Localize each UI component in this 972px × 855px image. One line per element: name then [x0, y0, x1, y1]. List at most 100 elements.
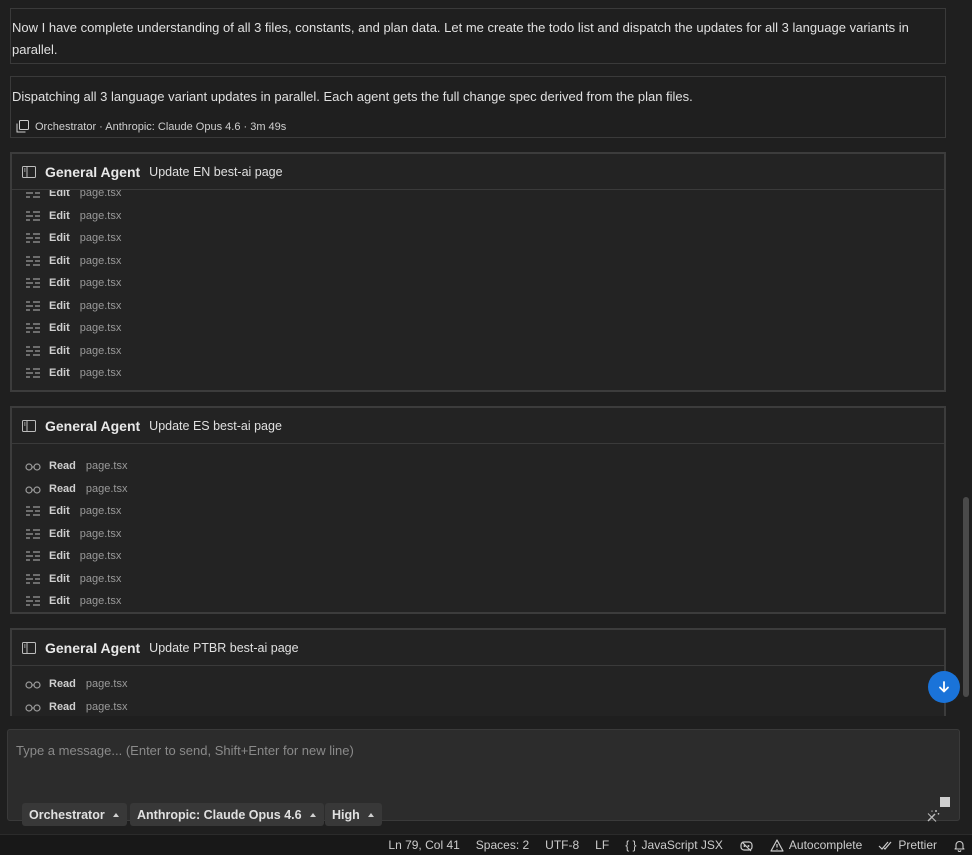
agent-header[interactable]: General Agent Update EN best-ai page [12, 154, 944, 190]
sidebar-panel-icon [21, 419, 37, 433]
model-label: Anthropic: Claude Opus 4.6 [137, 807, 302, 822]
list-edit-icon [25, 300, 41, 312]
stop-icon[interactable] [940, 797, 950, 807]
message-text: Now I have complete understanding of all… [12, 20, 909, 57]
list-edit-icon [25, 345, 41, 357]
status-language-label: JavaScript JSX [641, 838, 723, 852]
operation-label: Edit [49, 527, 70, 540]
arrow-down-icon [939, 681, 949, 693]
copy-icon[interactable] [16, 120, 29, 133]
sidebar-panel-icon [21, 165, 37, 179]
double-check-icon [878, 841, 892, 850]
operation-label: Edit [49, 505, 70, 518]
assistant-message: Dispatching all 3 language variant updat… [10, 76, 946, 138]
status-cursor-position[interactable]: Ln 79, Col 41 [388, 838, 459, 852]
operation-label: Edit [49, 232, 70, 245]
list-edit-icon [25, 573, 41, 585]
glasses-icon [25, 483, 41, 495]
list-item[interactable]: Edit page.tsx [12, 500, 944, 523]
agent-header[interactable]: General Agent Update ES best-ai page [12, 408, 944, 444]
list-edit-icon [25, 277, 41, 289]
operation-label: Edit [49, 254, 70, 267]
operation-label: Edit [49, 550, 70, 563]
file-name: page.tsx [79, 190, 122, 200]
list-item[interactable]: Edit page.tsx [12, 227, 944, 250]
list-item[interactable]: Edit page.tsx [12, 190, 944, 205]
operation-label: Edit [49, 190, 70, 200]
status-prettier[interactable]: Prettier [878, 838, 937, 852]
status-prettier-label: Prettier [898, 838, 937, 852]
list-item[interactable]: Read page.tsx [12, 478, 944, 501]
effort-selector[interactable]: High [325, 803, 382, 826]
effort-label: High [332, 807, 360, 822]
status-eol[interactable]: LF [595, 838, 609, 852]
agent-card-ptbr[interactable]: General Agent Update PTBR best-ai page R… [10, 628, 946, 716]
list-item[interactable]: Read page.tsx [12, 696, 944, 717]
copilot-icon[interactable] [739, 839, 754, 852]
operation-label: Read [49, 700, 76, 713]
mode-selector[interactable]: Orchestrator [22, 803, 127, 826]
message-meta: Orchestrator · Anthropic: Claude Opus 4.… [16, 120, 286, 133]
list-item[interactable]: Edit page.tsx [12, 205, 944, 228]
status-encoding[interactable]: UTF-8 [545, 838, 579, 852]
mode-label: Orchestrator [29, 807, 105, 822]
agent-card-en[interactable]: General Agent Update EN best-ai page Edi… [10, 152, 946, 392]
status-autocomplete-label: Autocomplete [788, 838, 863, 852]
model-selector[interactable]: Anthropic: Claude Opus 4.6 [130, 803, 324, 826]
status-language[interactable]: { } JavaScript JSX [625, 838, 723, 852]
sidebar-panel-icon [21, 641, 37, 655]
list-item[interactable]: Edit page.tsx [12, 295, 944, 318]
operation-label: Edit [49, 209, 70, 222]
list-item[interactable]: Read page.tsx [12, 673, 944, 696]
operation-label: Edit [49, 277, 70, 290]
list-item[interactable]: Edit page.tsx [12, 568, 944, 591]
list-item[interactable]: Read page.tsx [12, 455, 944, 478]
status-autocomplete[interactable]: Autocomplete [770, 838, 862, 852]
glasses-icon [25, 678, 41, 690]
file-name: page.tsx [85, 482, 128, 495]
bell-icon[interactable] [953, 839, 966, 852]
status-indentation[interactable]: Spaces: 2 [476, 838, 529, 852]
operation-label: Edit [49, 299, 70, 312]
message-text: Dispatching all 3 language variant updat… [12, 89, 693, 104]
file-name: page.tsx [79, 527, 122, 540]
message-input-box[interactable]: Orchestrator Anthropic: Claude Opus 4.6 … [7, 729, 960, 826]
list-edit-icon [25, 550, 41, 562]
file-name: page.tsx [79, 254, 122, 267]
list-item[interactable]: Edit page.tsx [12, 362, 944, 385]
agent-activity-list[interactable]: Read page.tsx Read page.tsx Edit page.tsx E… [12, 444, 944, 612]
list-item[interactable]: Edit page.tsx [12, 272, 944, 295]
list-item[interactable]: Edit page.tsx [12, 250, 944, 273]
list-item[interactable]: Edit page.tsx [12, 523, 944, 546]
agent-activity-list[interactable]: Edit page.tsx Edit page.tsx Edit page.tsx E… [12, 190, 944, 390]
file-name: page.tsx [79, 572, 122, 585]
file-name: page.tsx [79, 550, 122, 563]
file-name: page.tsx [79, 232, 122, 245]
magic-wand-icon[interactable] [926, 809, 940, 828]
chat-scrollbar[interactable] [963, 497, 969, 697]
file-name: page.tsx [79, 209, 122, 222]
list-edit-icon [25, 505, 41, 517]
agent-activity-list[interactable]: Read page.tsx Read page.tsx [12, 666, 944, 716]
message-input[interactable] [16, 738, 876, 762]
list-item[interactable]: Edit page.tsx [12, 590, 944, 612]
list-item[interactable]: Edit page.tsx [12, 340, 944, 363]
list-item[interactable]: Edit page.tsx [12, 317, 944, 340]
list-edit-icon [25, 367, 41, 379]
scroll-to-bottom-button[interactable] [928, 671, 960, 703]
file-name: page.tsx [79, 367, 122, 380]
list-edit-icon [25, 190, 41, 199]
operation-label: Edit [49, 344, 70, 357]
agent-header[interactable]: General Agent Update PTBR best-ai page [12, 630, 944, 666]
operation-label: Edit [49, 572, 70, 585]
agent-card-es[interactable]: General Agent Update ES best-ai page Rea… [10, 406, 946, 614]
agent-name: General Agent [45, 639, 141, 656]
operation-label: Edit [49, 595, 70, 608]
list-item[interactable]: Edit page.tsx [12, 545, 944, 568]
operation-label: Read [49, 678, 76, 691]
file-name: page.tsx [79, 505, 122, 518]
list-edit-icon [25, 232, 41, 244]
agent-task: Update ES best-ai page [149, 418, 282, 433]
file-name: page.tsx [79, 322, 122, 335]
file-name: page.tsx [79, 277, 122, 290]
